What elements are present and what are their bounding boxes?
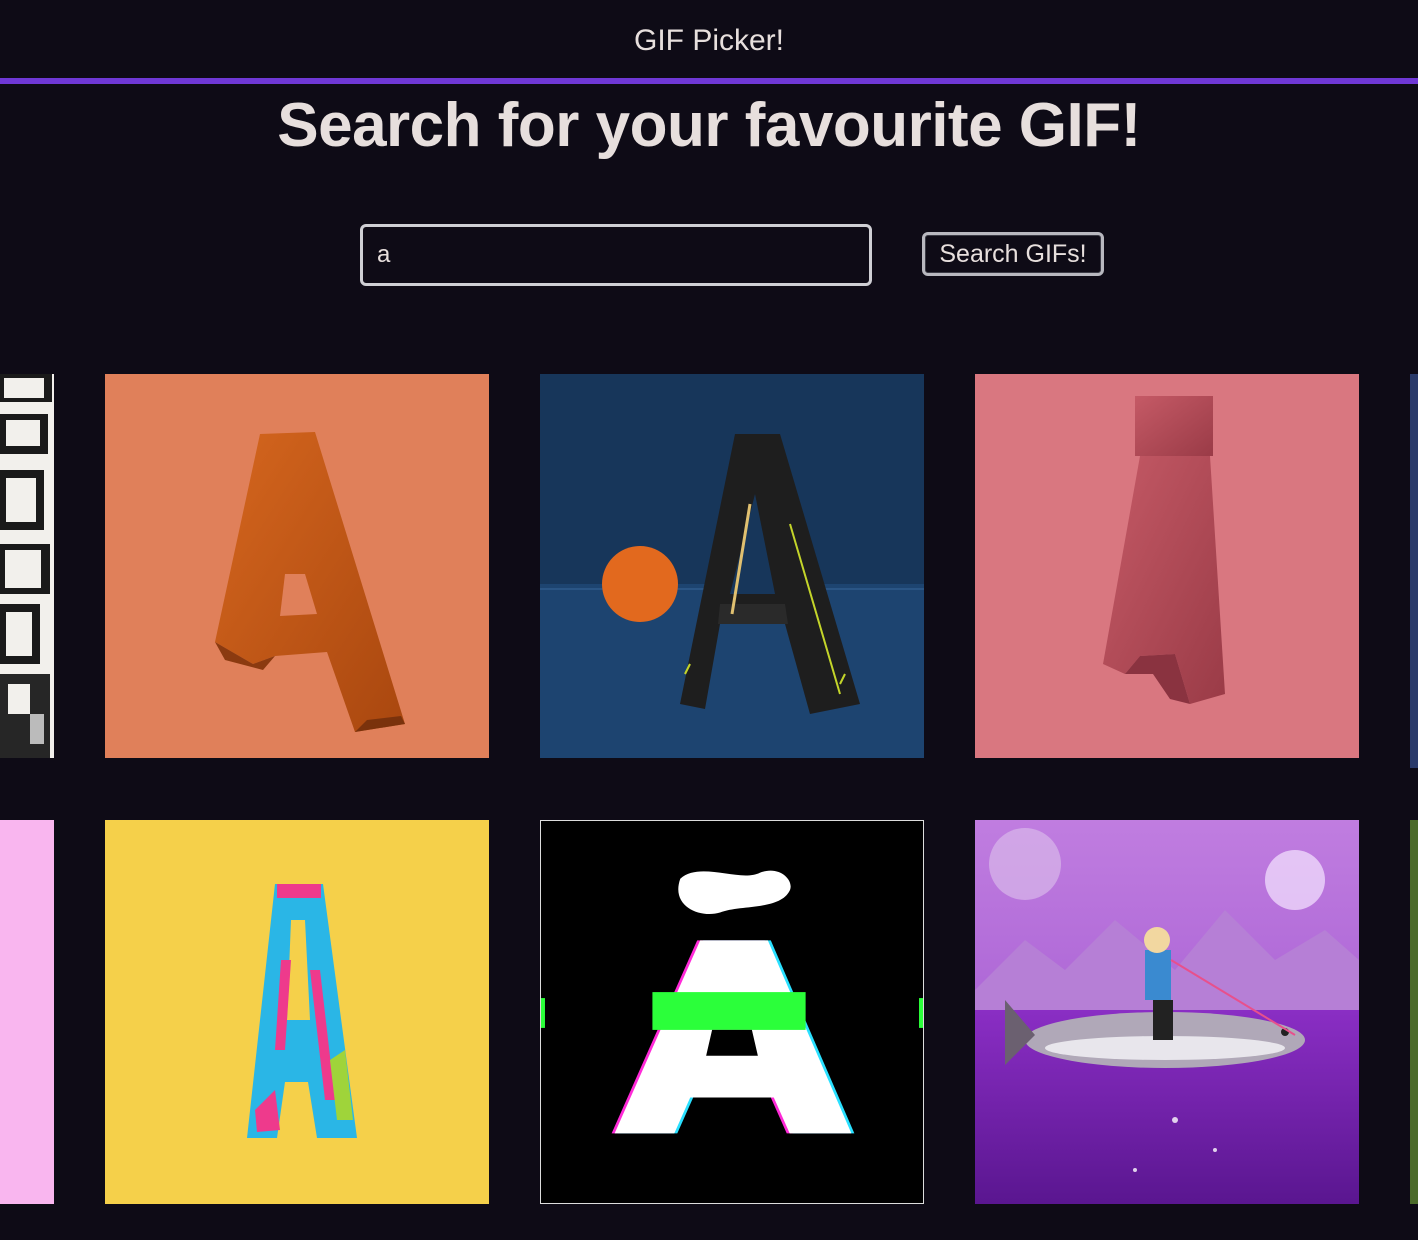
gif-result-colorful-a[interactable] <box>105 820 489 1204</box>
gif-result-partial[interactable] <box>1410 820 1418 1204</box>
gif-result-furry-pink-a[interactable] <box>975 374 1359 758</box>
search-input[interactable] <box>360 224 872 286</box>
search-gifs-button[interactable]: Search GIFs! <box>922 232 1104 276</box>
gif-result-partial[interactable] <box>0 374 54 758</box>
gif-result-sneaker-a[interactable] <box>540 374 924 758</box>
gif-result-fish-rider[interactable] <box>975 820 1359 1204</box>
page-heading: Search for your favourite GIF! <box>277 91 1141 160</box>
gif-result-glitch-a[interactable] <box>540 820 924 1204</box>
gif-result-partial[interactable] <box>1410 374 1418 768</box>
app-title: GIF Picker! <box>633 24 784 57</box>
gif-result-partial[interactable] <box>0 820 54 1204</box>
top-bar: GIF Picker! <box>0 0 1418 84</box>
gif-result-furry-orange-a[interactable] <box>105 374 489 758</box>
